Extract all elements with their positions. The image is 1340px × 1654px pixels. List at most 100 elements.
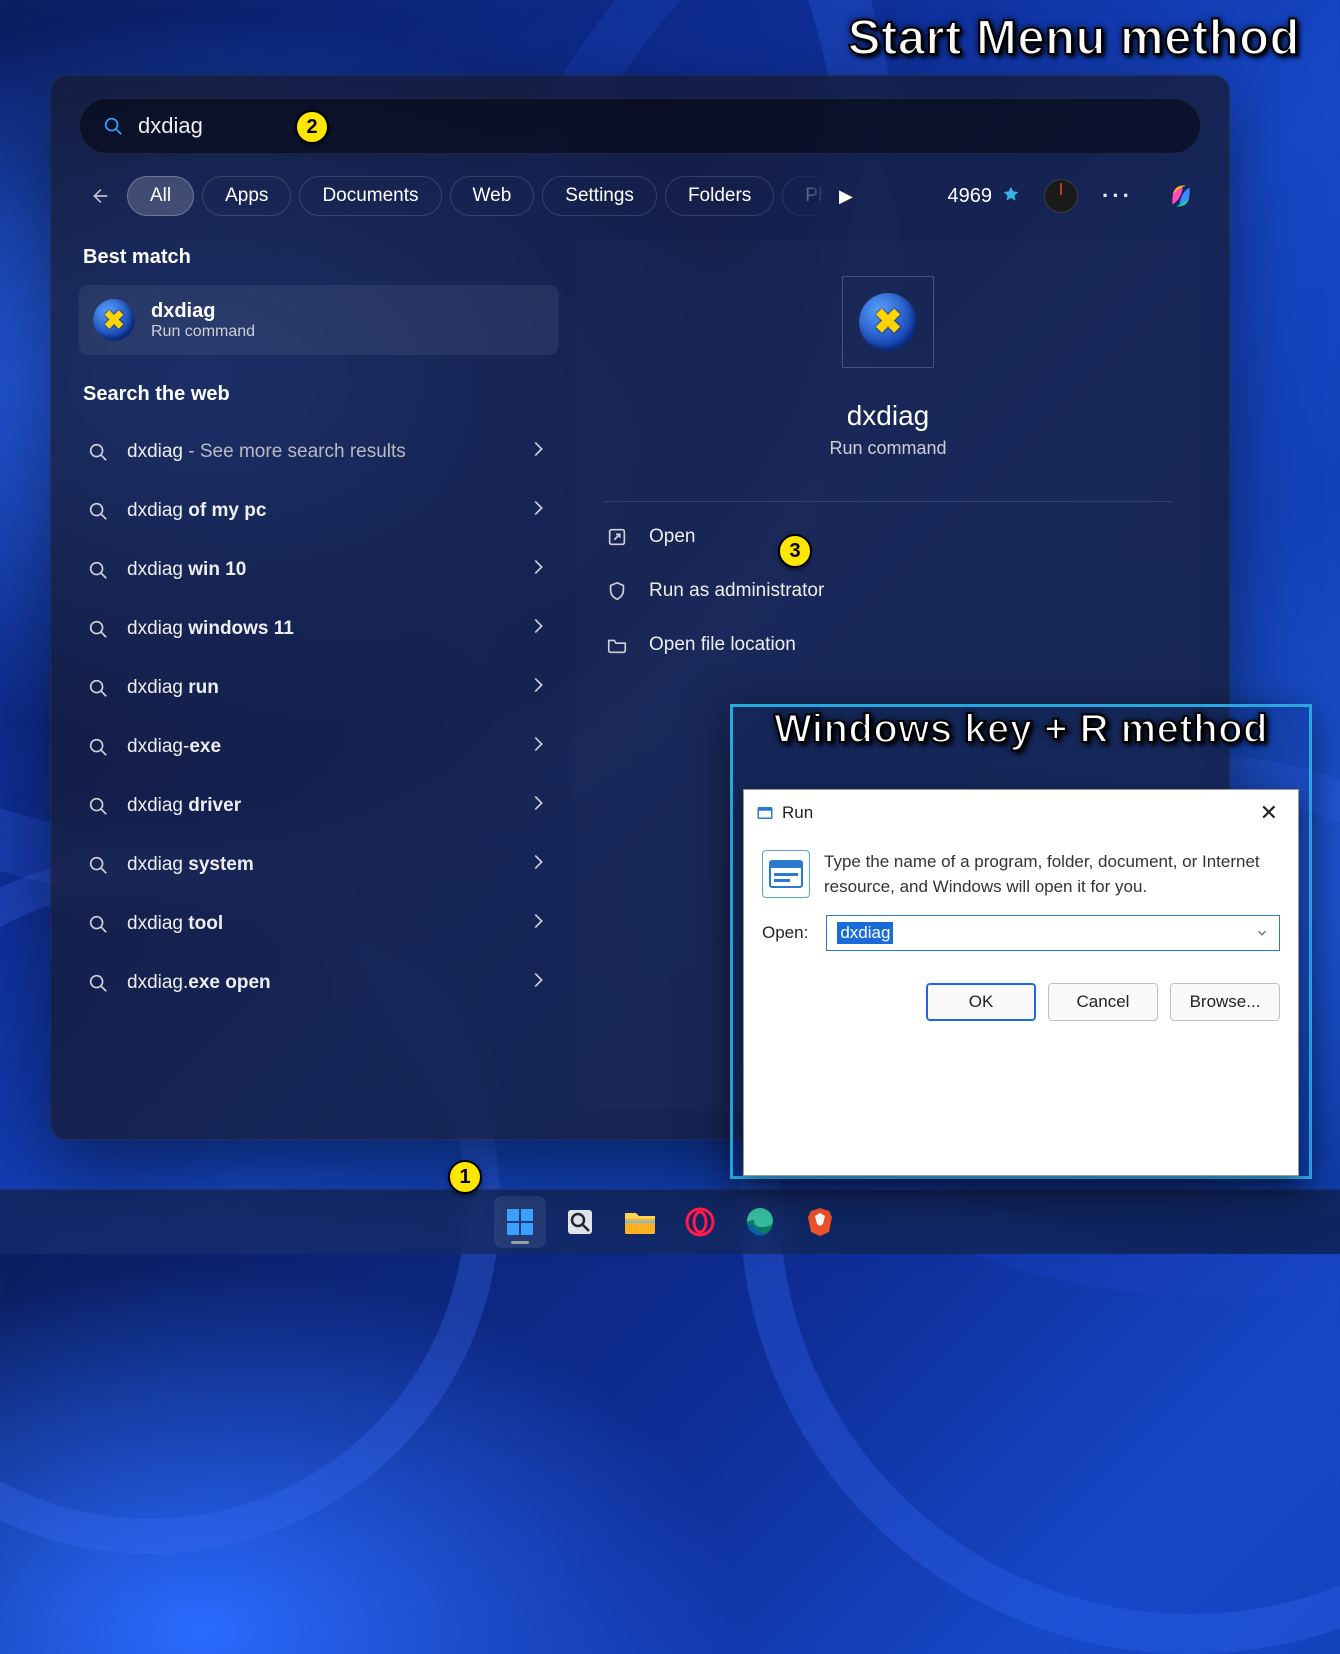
shield-icon [606, 580, 628, 602]
search-icon [87, 618, 109, 640]
best-match-result[interactable]: ✖ dxdiag Run command [79, 285, 559, 355]
chevron-right-icon [527, 438, 549, 465]
filter-web[interactable]: Web [450, 176, 535, 216]
arrow-left-icon [88, 185, 110, 207]
run-open-value: dxdiag [837, 922, 893, 944]
dxdiag-icon: ✖ [859, 293, 917, 351]
web-suggestion-text: dxdiag of my pc [127, 500, 266, 522]
action-admin-label: Run as administrator [649, 580, 824, 602]
rewards-count: 4969 [948, 185, 993, 208]
edge-icon [745, 1207, 775, 1237]
taskbar-explorer-button[interactable] [614, 1196, 666, 1248]
windows-start-icon [505, 1207, 535, 1237]
search-input[interactable] [138, 113, 1178, 139]
web-suggestion[interactable]: dxdiag tool [79, 894, 559, 953]
chevron-right-icon [527, 556, 549, 583]
filter-documents[interactable]: Documents [299, 176, 441, 216]
web-suggestion-text: dxdiag run [127, 677, 219, 699]
run-open-label: Open: [762, 923, 808, 943]
web-suggestion-text: dxdiag system [127, 854, 254, 876]
web-suggestion[interactable]: dxdiag windows 11 [79, 599, 559, 658]
results-left-pane: Best match ✖ dxdiag Run command Search t… [79, 240, 559, 1110]
more-button[interactable]: ··· [1102, 183, 1133, 209]
run-app-icon [756, 804, 774, 822]
search-box[interactable] [79, 98, 1201, 154]
action-open[interactable]: Open [597, 510, 1179, 564]
opera-icon [685, 1207, 715, 1237]
action-run-admin[interactable]: Run as administrator [597, 564, 1179, 618]
search-icon [87, 500, 109, 522]
chevron-right-icon [527, 733, 549, 760]
web-suggestion[interactable]: dxdiag system [79, 835, 559, 894]
run-browse-button[interactable]: Browse... [1170, 983, 1280, 1021]
brave-icon [807, 1207, 833, 1237]
chevron-right-icon [527, 910, 549, 937]
action-open-location[interactable]: Open file location [597, 618, 1179, 672]
action-location-label: Open file location [649, 634, 796, 656]
open-icon [606, 526, 628, 548]
web-suggestions-list: dxdiag - See more search results dxdiag o… [79, 422, 559, 1012]
back-button[interactable] [79, 185, 119, 207]
run-title: Run [782, 803, 813, 823]
filter-apps[interactable]: Apps [202, 176, 291, 216]
folder-icon [624, 1209, 656, 1235]
heading-run-method: Windows key + R method [774, 707, 1268, 752]
web-suggestion[interactable]: dxdiag-exe [79, 717, 559, 776]
filter-settings[interactable]: Settings [542, 176, 657, 216]
run-dialog: Run ✕ Type the name of a program, folder… [743, 789, 1299, 1176]
web-suggestion[interactable]: dxdiag of my pc [79, 481, 559, 540]
web-suggestion-text: dxdiag win 10 [127, 559, 246, 581]
run-body-icon [762, 850, 810, 898]
taskbar-start-button[interactable] [494, 1196, 546, 1248]
filter-all[interactable]: All [127, 176, 194, 216]
web-suggestion[interactable]: dxdiag - See more search results [79, 422, 559, 481]
filter-folders[interactable]: Folders [665, 176, 774, 216]
chevron-right-icon [527, 969, 549, 996]
chevron-right-icon [527, 674, 549, 701]
copilot-icon [1164, 179, 1198, 213]
web-suggestion-text: dxdiag windows 11 [127, 618, 294, 640]
filter-chips: All Apps Documents Web Settings Folders … [127, 176, 827, 216]
search-icon [87, 972, 109, 994]
run-description: Type the name of a program, folder, docu… [824, 850, 1280, 899]
search-icon [87, 795, 109, 817]
web-suggestion[interactable]: dxdiag win 10 [79, 540, 559, 599]
web-suggestion-text: dxdiag.exe open [127, 972, 271, 994]
preview-subtitle: Run command [597, 438, 1179, 459]
preview-title: dxdiag [597, 400, 1179, 432]
user-avatar[interactable] [1044, 179, 1078, 213]
run-open-combobox[interactable]: dxdiag [826, 915, 1280, 951]
chevron-right-icon [527, 792, 549, 819]
taskbar-search-button[interactable] [554, 1196, 606, 1248]
web-suggestion[interactable]: dxdiag driver [79, 776, 559, 835]
dxdiag-icon: ✖ [93, 299, 135, 341]
run-close-button[interactable]: ✕ [1252, 798, 1286, 828]
taskbar-search-icon [565, 1207, 595, 1237]
web-suggestion[interactable]: dxdiag.exe open [79, 953, 559, 1012]
taskbar [0, 1189, 1340, 1254]
web-suggestion-text: dxdiag-exe [127, 736, 221, 758]
filter-photos[interactable]: Photos [782, 176, 827, 216]
callout-1: 1 [448, 1160, 482, 1194]
rewards-icon [1000, 185, 1022, 207]
best-match-title: dxdiag [151, 300, 255, 323]
heading-start-menu-method: Start Menu method [848, 10, 1300, 66]
search-icon [87, 677, 109, 699]
search-icon [102, 115, 124, 137]
rewards-points[interactable]: 4969 [948, 185, 1023, 208]
taskbar-edge-button[interactable] [734, 1196, 786, 1248]
chevron-right-icon [527, 497, 549, 524]
taskbar-brave-button[interactable] [794, 1196, 846, 1248]
callout-3: 3 [778, 534, 812, 568]
copilot-button[interactable] [1161, 176, 1201, 216]
filter-scroll-right[interactable]: ▶ [839, 186, 853, 207]
web-suggestion[interactable]: dxdiag run [79, 658, 559, 717]
run-method-inset: Windows key + R method Run ✕ Type the na… [730, 704, 1312, 1179]
run-titlebar: Run ✕ [744, 790, 1298, 836]
run-ok-button[interactable]: OK [926, 983, 1036, 1021]
search-icon [87, 736, 109, 758]
filter-row: All Apps Documents Web Settings Folders … [79, 176, 1201, 216]
taskbar-opera-button[interactable] [674, 1196, 726, 1248]
run-cancel-button[interactable]: Cancel [1048, 983, 1158, 1021]
chevron-right-icon [527, 851, 549, 878]
